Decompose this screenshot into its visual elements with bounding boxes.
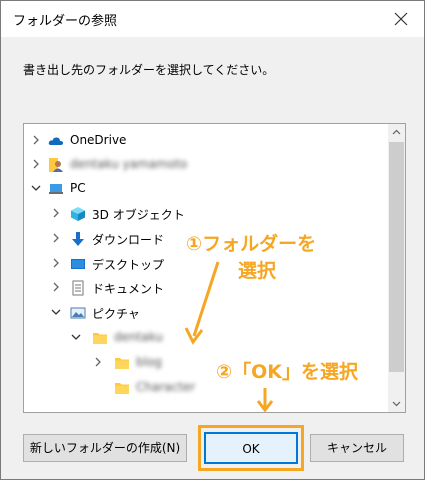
- arrow-to-folder: [184, 261, 220, 345]
- arrow-to-ok: [256, 388, 274, 413]
- annotation-step2: ②「OK」を選択: [216, 361, 358, 383]
- annotation-step1-line1: ①フォルダーを: [186, 233, 317, 255]
- annotation-step1-line2: 選択: [238, 260, 277, 282]
